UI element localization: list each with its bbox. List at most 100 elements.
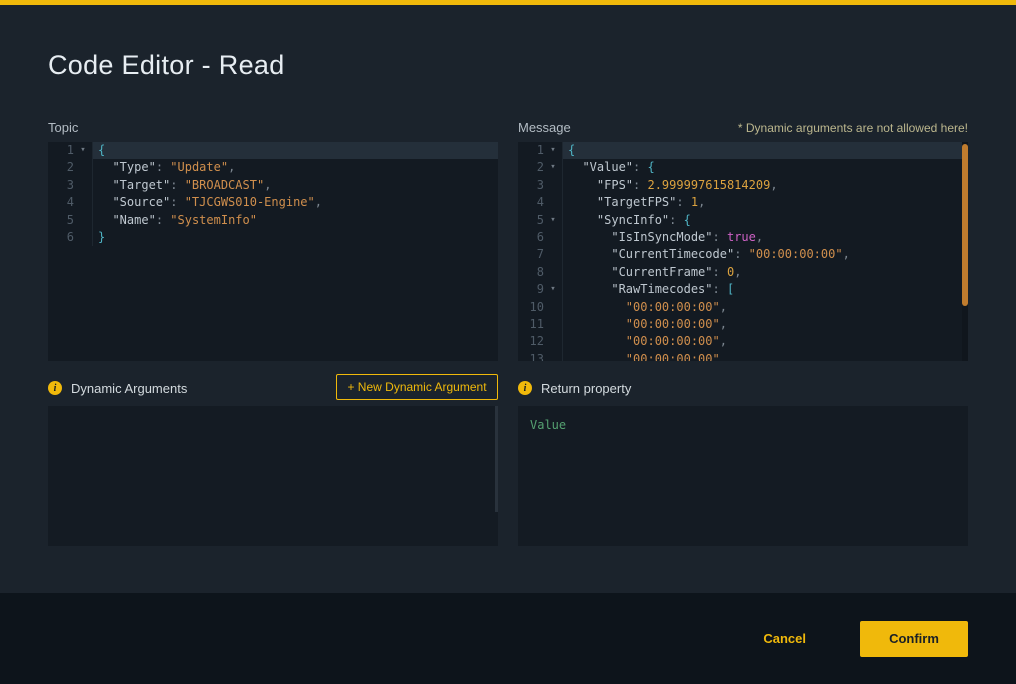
confirm-button[interactable]: Confirm [860,621,968,657]
code-line[interactable]: 1{ [48,142,498,159]
code-line-text: "00:00:00:00", [563,316,968,333]
code-line[interactable]: 5 "SyncInfo": { [518,212,968,229]
line-gutter: 10 [518,299,563,316]
fold-toggle-icon [544,229,562,246]
code-line-text: "FPS": 2.999997615814209, [563,177,968,194]
line-number: 13 [518,351,544,361]
topic-code-lines: 1{2 "Type": "Update",3 "Target": "BROADC… [48,142,498,361]
message-code-lines: 1{2 "Value": {3 "FPS": 2.999997615814209… [518,142,968,361]
code-line[interactable]: 2 "Type": "Update", [48,159,498,176]
line-number: 2 [518,159,544,176]
line-number: 5 [48,212,74,229]
fold-toggle-icon [544,316,562,333]
code-line[interactable]: 6} [48,229,498,246]
code-line[interactable]: 4 "TargetFPS": 1, [518,194,968,211]
code-line-text: "Value": { [563,159,968,176]
dynamic-arguments-header: Dynamic Arguments [48,380,187,396]
page-title: Code Editor - Read [48,50,285,81]
line-gutter: 2 [518,159,563,176]
line-gutter: 1 [518,142,563,159]
code-line[interactable]: 1{ [518,142,968,159]
line-number: 11 [518,316,544,333]
line-number: 12 [518,333,544,350]
fold-toggle-icon [544,299,562,316]
line-gutter: 13 [518,351,563,361]
line-gutter: 4 [518,194,563,211]
code-line[interactable]: 13 "00:00:00:00" [518,351,968,361]
footer-bar: Cancel Confirm [0,593,1016,684]
code-line[interactable]: 3 "FPS": 2.999997615814209, [518,177,968,194]
code-line[interactable]: 11 "00:00:00:00", [518,316,968,333]
line-gutter: 3 [518,177,563,194]
fold-toggle-icon [544,333,562,350]
fold-toggle-icon [544,177,562,194]
line-gutter: 5 [518,212,563,229]
line-number: 7 [518,246,544,263]
fold-toggle-icon [74,194,92,211]
fold-toggle-icon [74,212,92,229]
fold-toggle-icon [74,229,92,246]
line-gutter: 6 [48,229,93,246]
code-line-text: "Source": "TJCGWS010-Engine", [93,194,498,211]
message-code-editor[interactable]: 1{2 "Value": {3 "FPS": 2.999997615814209… [518,142,968,361]
fold-toggle-icon[interactable] [544,281,562,298]
code-line-text: "TargetFPS": 1, [563,194,968,211]
code-line[interactable]: 2 "Value": { [518,159,968,176]
code-line-text: "RawTimecodes": [ [563,281,968,298]
line-gutter: 4 [48,194,93,211]
line-number: 3 [48,177,74,194]
dynamic-arguments-scrollbar[interactable] [495,406,498,512]
line-gutter: 8 [518,264,563,281]
code-line[interactable]: 3 "Target": "BROADCAST", [48,177,498,194]
line-gutter: 12 [518,333,563,350]
line-gutter: 2 [48,159,93,176]
code-line[interactable]: 10 "00:00:00:00", [518,299,968,316]
line-gutter: 11 [518,316,563,333]
line-number: 9 [518,281,544,298]
line-gutter: 5 [48,212,93,229]
return-property-value: Value [530,418,566,432]
line-number: 2 [48,159,74,176]
dynamic-arguments-panel [48,406,498,546]
topic-code-editor[interactable]: 1{2 "Type": "Update",3 "Target": "BROADC… [48,142,498,361]
fold-toggle-icon [74,177,92,194]
fold-toggle-icon[interactable] [544,159,562,176]
fold-toggle-icon [544,351,562,361]
code-line[interactable]: 8 "CurrentFrame": 0, [518,264,968,281]
line-number: 4 [48,194,74,211]
message-scrollbar-track[interactable] [962,142,968,361]
line-number: 8 [518,264,544,281]
topic-label: Topic [48,120,78,135]
message-label: Message [518,120,571,135]
code-line-text: "00:00:00:00", [563,299,968,316]
code-line[interactable]: 6 "IsInSyncMode": true, [518,229,968,246]
return-property-editor[interactable]: Value [518,406,968,546]
code-line-text: "Type": "Update", [93,159,498,176]
line-number: 5 [518,212,544,229]
line-number: 4 [518,194,544,211]
code-line-text: { [93,142,498,159]
fold-toggle-icon [74,159,92,176]
code-line[interactable]: 9 "RawTimecodes": [ [518,281,968,298]
code-line[interactable]: 5 "Name": "SystemInfo" [48,212,498,229]
cancel-button[interactable]: Cancel [763,631,806,646]
info-icon[interactable] [518,381,532,395]
message-scrollbar-thumb[interactable] [962,144,968,306]
fold-toggle-icon[interactable] [544,142,562,159]
fold-toggle-icon[interactable] [74,142,92,159]
top-accent-bar [0,0,1016,5]
code-line[interactable]: 12 "00:00:00:00", [518,333,968,350]
code-line-text: "SyncInfo": { [563,212,968,229]
fold-toggle-icon[interactable] [544,212,562,229]
return-property-header: Return property [518,380,631,396]
dynamic-args-not-allowed-note: * Dynamic arguments are not allowed here… [738,121,968,135]
code-line[interactable]: 7 "CurrentTimecode": "00:00:00:00", [518,246,968,263]
code-line-text: "00:00:00:00" [563,351,968,361]
code-line-text: "Name": "SystemInfo" [93,212,498,229]
code-line[interactable]: 4 "Source": "TJCGWS010-Engine", [48,194,498,211]
info-icon[interactable] [48,381,62,395]
line-number: 1 [48,142,74,159]
line-gutter: 1 [48,142,93,159]
new-dynamic-argument-button[interactable]: + New Dynamic Argument [336,374,498,400]
line-gutter: 7 [518,246,563,263]
